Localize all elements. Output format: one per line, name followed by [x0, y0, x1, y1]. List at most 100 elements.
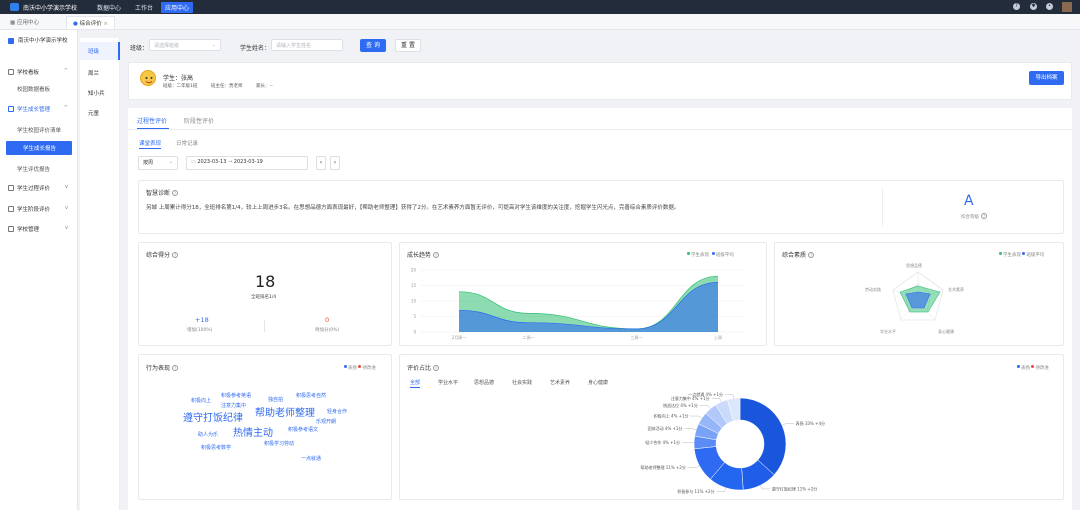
- donut-slice: [739, 397, 787, 476]
- ratio-tab[interactable]: 思想品德: [474, 379, 494, 386]
- slice-label: 一点就通 4% +1分: [688, 392, 723, 397]
- subtab-classroom[interactable]: 课堂表现: [139, 139, 161, 147]
- school-icon: [8, 38, 14, 44]
- nav-app-center[interactable]: 应用中心: [161, 2, 194, 13]
- x-tick-label: 2月周一: [452, 334, 467, 340]
- tab-app-center[interactable]: ▦ 应用中心: [4, 16, 45, 29]
- diagnosis-text: 另城 上周累计得分18，全班排名第1/4，较上上周进步3名。在思想品德方面表现最…: [146, 205, 680, 211]
- period-select[interactable]: 按周 ⌄: [138, 156, 178, 170]
- legend-improve: 待改进: [1035, 366, 1049, 371]
- user-avatar[interactable]: [1062, 2, 1072, 12]
- doc-icon: [8, 106, 14, 112]
- tab-label: 应用中心: [16, 20, 39, 26]
- reset-button[interactable]: 重 置: [395, 39, 421, 52]
- minus-score: 0: [325, 316, 330, 324]
- label-line: [716, 487, 726, 492]
- behavior-word: 注意力集中: [221, 403, 247, 409]
- legend-student: 学生表现: [691, 253, 709, 258]
- plus-score: +18: [195, 316, 209, 324]
- query-button[interactable]: 查 询: [360, 39, 386, 52]
- slice-label: 遵守打饭纪律 11% +2分: [772, 485, 817, 491]
- score-title: 综合得分?: [146, 250, 179, 259]
- tab-evaluation[interactable]: ● 综合评价 ×: [66, 16, 115, 29]
- sidebar-item-excellence-report[interactable]: 学生评优报告: [0, 162, 78, 176]
- nav-workbench[interactable]: 工作台: [135, 3, 153, 12]
- settings-icon[interactable]: ✱: [1030, 3, 1037, 10]
- face-icon: [145, 77, 153, 84]
- ratio-tab-all[interactable]: 全部: [410, 379, 420, 386]
- help-icon[interactable]: ?: [433, 365, 440, 371]
- school-name[interactable]: 南沃中小学演示学校: [23, 3, 77, 12]
- sidebar-item-process-eval[interactable]: 学生过程评价 v: [0, 181, 78, 195]
- tab-divider: [128, 129, 1072, 130]
- student-parent: 家长：--: [256, 84, 273, 89]
- radar-title: 综合素质?: [782, 250, 815, 259]
- class-item[interactable]: 元童: [80, 104, 120, 122]
- plus-score-label: 增加(100%): [187, 328, 213, 333]
- behavior-word: 热情主动: [233, 428, 273, 439]
- y-tick-label: 10: [411, 299, 417, 304]
- tab-label: 综合评价: [79, 21, 102, 27]
- sidebar-item-school-board[interactable]: 学校看板 ^: [0, 65, 78, 79]
- slice-label: 挑战达位 4% +1分: [663, 402, 698, 408]
- class-select[interactable]: 请选择班级 ⌄: [149, 39, 221, 51]
- help-icon[interactable]: ?: [1013, 3, 1020, 10]
- chevron-down-icon: ⌄: [168, 159, 173, 165]
- x-tick-label: 上周: [714, 334, 722, 340]
- close-icon[interactable]: ×: [103, 21, 108, 27]
- y-tick-label: 15: [411, 283, 417, 288]
- ratio-tab[interactable]: 学业水平: [438, 379, 458, 386]
- tab-stage-eval[interactable]: 阶段性评价: [184, 116, 214, 125]
- sidebar-item-stage-eval[interactable]: 学生阶段评价 v: [0, 202, 78, 216]
- sidebar-item-label: 学校看板: [17, 70, 40, 76]
- behavior-legend: 表扬 待改进: [344, 365, 376, 371]
- help-icon[interactable]: ?: [981, 213, 987, 219]
- class-item[interactable]: 周兰: [80, 64, 120, 82]
- tab-bar: ▦ 应用中心 ● 综合评价 ×: [0, 14, 1080, 30]
- sidebar-item-eval-list[interactable]: 学生校园评价清单: [0, 123, 78, 137]
- behavior-word: 乐观开朗: [316, 419, 337, 425]
- chart-icon: [8, 185, 14, 191]
- ratio-title-text: 评价占比: [407, 365, 432, 372]
- sidebar-item-growth-report[interactable]: 学生成长报告: [6, 141, 72, 155]
- nav-data-center[interactable]: 数据中心: [97, 3, 121, 12]
- ratio-tab[interactable]: 社会实践: [512, 379, 532, 386]
- student-teacher: 班主任：贾老师: [211, 84, 243, 89]
- behavior-word: 独自拍: [268, 397, 284, 403]
- label-line: [759, 485, 770, 490]
- subtab-daily[interactable]: 日常记录: [176, 139, 198, 147]
- help-icon[interactable]: ?: [172, 252, 179, 258]
- next-week-button[interactable]: ›: [330, 156, 340, 170]
- sidebar-item-campus-board[interactable]: 校园数据看板: [0, 82, 78, 96]
- chevron-up-icon: ^: [63, 105, 68, 111]
- prev-week-button[interactable]: ‹: [316, 156, 326, 170]
- slice-label: 轻少合作 4% +1分: [645, 439, 680, 445]
- slice-label: 表扬 33% +4分: [796, 420, 825, 426]
- class-item[interactable]: 班级: [80, 42, 120, 60]
- sidebar-item-growth[interactable]: 学生成长管理 ^: [0, 102, 78, 116]
- student-name-input[interactable]: 请输入学生姓名: [271, 39, 343, 51]
- sidebar-item-label: 学校管理: [17, 227, 40, 233]
- ratio-tab[interactable]: 艺术素养: [550, 379, 570, 386]
- ratio-tab[interactable]: 身心健康: [588, 379, 608, 386]
- help-icon[interactable]: ?: [433, 252, 440, 258]
- behavior-title-text: 行为表现: [146, 365, 171, 372]
- grid-icon: ▦: [10, 20, 17, 26]
- date-range-picker[interactable]: ▭ 2023-03-13 → 2023-03-19: [186, 156, 308, 170]
- behavior-word: 助人为乐: [198, 432, 219, 438]
- ratio-tab-underline: [410, 387, 420, 388]
- label-line: [699, 405, 711, 409]
- help-icon[interactable]: ?: [172, 190, 179, 196]
- sidebar-item-school-mgmt[interactable]: 学校管理 v: [0, 222, 78, 236]
- flag-icon: [8, 206, 14, 212]
- export-button[interactable]: 导出档案: [1029, 71, 1064, 85]
- bell-icon[interactable]: •: [1046, 3, 1053, 10]
- home-icon: [8, 69, 14, 75]
- behavior-word: 一点就通: [301, 456, 322, 462]
- help-icon[interactable]: ?: [172, 365, 179, 371]
- diagnosis-title: 智慧诊断?: [146, 188, 179, 197]
- tab-process-eval[interactable]: 过程性评价: [137, 116, 167, 125]
- y-tick-label: 20: [411, 268, 417, 273]
- help-icon[interactable]: ?: [808, 252, 815, 258]
- class-item[interactable]: 知小兵: [80, 84, 120, 102]
